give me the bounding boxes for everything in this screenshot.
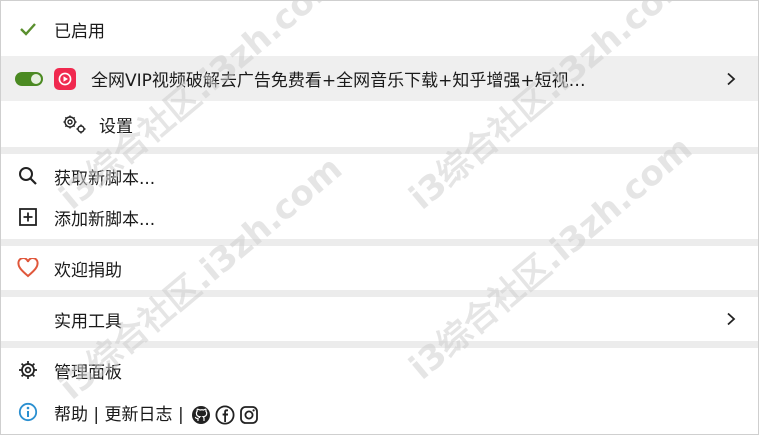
separator	[1, 147, 758, 154]
gear-icon	[15, 357, 41, 383]
menu-item-donate[interactable]: 欢迎捐助	[1, 246, 758, 290]
footer-divider: |	[177, 404, 184, 425]
menu-item-add-new-script[interactable]: 添加新脚本...	[1, 195, 758, 239]
script-manager-menu: 已启用 全网VIP视频破解去广告免费看+全网音乐下载+知乎增强+短视… 设置 获…	[0, 0, 759, 435]
search-icon	[15, 163, 41, 189]
changelog-link[interactable]: 更新日志	[105, 405, 173, 425]
plus-square-icon	[15, 204, 41, 230]
menu-footer: 帮助 | 更新日志 |	[1, 390, 758, 434]
separator	[1, 341, 758, 348]
menu-item-dashboard[interactable]: 管理面板	[1, 348, 758, 392]
heart-icon	[15, 255, 41, 281]
menu-item-tools[interactable]: 实用工具	[1, 297, 758, 341]
script-toggle[interactable]	[15, 71, 43, 86]
separator	[1, 239, 758, 246]
menu-item-enabled[interactable]: 已启用	[1, 7, 758, 51]
enabled-label: 已启用	[54, 21, 105, 42]
add-new-script-label: 添加新脚本...	[54, 209, 156, 230]
check-icon	[15, 16, 41, 42]
video-play-icon	[54, 67, 76, 90]
facebook-icon[interactable]	[215, 404, 235, 425]
info-icon	[15, 399, 41, 425]
chevron-right-icon	[727, 312, 736, 326]
get-new-script-label: 获取新脚本...	[54, 168, 156, 189]
gear-icon	[61, 111, 87, 137]
menu-item-script[interactable]: 全网VIP视频破解去广告免费看+全网音乐下载+知乎增强+短视…	[1, 56, 758, 101]
script-title: 全网VIP视频破解去广告免费看+全网音乐下载+知乎增强+短视…	[91, 71, 586, 91]
instagram-icon[interactable]	[239, 405, 259, 425]
help-link[interactable]: 帮助	[54, 405, 88, 425]
tools-label: 实用工具	[54, 311, 122, 332]
chevron-right-icon	[727, 72, 736, 85]
donate-label: 欢迎捐助	[54, 260, 122, 281]
menu-item-script-settings[interactable]: 设置	[1, 102, 758, 146]
github-icon[interactable]	[191, 405, 211, 425]
footer-divider: |	[93, 404, 100, 425]
separator	[1, 290, 758, 297]
dashboard-label: 管理面板	[54, 362, 122, 383]
menu-item-get-new-script[interactable]: 获取新脚本...	[1, 154, 758, 198]
footer-links: 帮助 | 更新日志 |	[54, 400, 259, 425]
settings-label: 设置	[99, 116, 133, 137]
